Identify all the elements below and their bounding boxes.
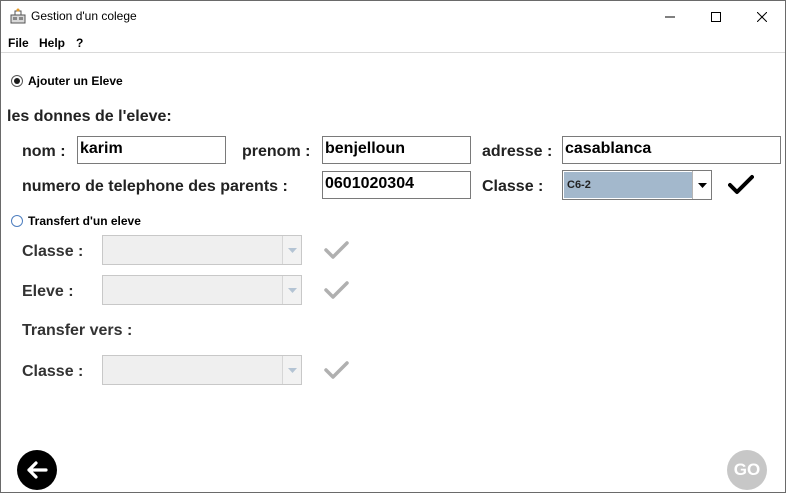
- chevron-down-icon: [287, 287, 297, 293]
- transfer-classe-select-value: [104, 237, 282, 263]
- chevron-down-icon: [697, 182, 707, 188]
- menu-help[interactable]: Help: [39, 36, 65, 50]
- classe-label: Classe :: [482, 178, 544, 195]
- transfer-target-classe-select-value: [104, 357, 282, 383]
- back-button[interactable]: [17, 450, 57, 490]
- radio-transfer-student-label: Transfert d'un eleve: [28, 214, 141, 228]
- transfer-classe-label: Classe :: [22, 243, 84, 260]
- prenom-label: prenom :: [242, 143, 311, 160]
- phone-label: numero de telephone des parents :: [22, 178, 288, 195]
- app-window: Gestion d'un colege File Help ? Ajouter …: [0, 0, 786, 493]
- transfer-target-classe-select-arrow[interactable]: [282, 356, 301, 384]
- confirm-transfer-eleve-check-icon[interactable]: [324, 280, 350, 300]
- maximize-icon: [711, 11, 721, 22]
- radio-add-student-button[interactable]: [11, 75, 23, 87]
- confirm-transfer-target-check-icon[interactable]: [324, 360, 350, 380]
- transfer-eleve-select[interactable]: [102, 275, 302, 305]
- transfer-classe-select-arrow[interactable]: [282, 236, 301, 264]
- transfer-classe-select[interactable]: [102, 235, 302, 265]
- radio-add-student-label: Ajouter un Eleve: [28, 74, 123, 88]
- menu-bar: File Help ?: [1, 32, 785, 53]
- maximize-button[interactable]: [693, 1, 739, 32]
- classe-select-value: C6-2: [564, 172, 692, 198]
- confirm-add-check-icon[interactable]: [728, 174, 754, 196]
- title-bar: Gestion d'un colege: [1, 1, 785, 32]
- transfer-target-classe-label: Classe :: [22, 363, 84, 380]
- nom-label: nom :: [22, 143, 66, 160]
- prenom-input[interactable]: benjelloun: [322, 136, 471, 164]
- arrow-left-icon: [27, 461, 48, 479]
- classe-select[interactable]: C6-2: [562, 170, 712, 200]
- adresse-input[interactable]: casablanca: [562, 136, 781, 164]
- close-button[interactable]: [739, 1, 785, 32]
- chevron-down-icon: [287, 367, 297, 373]
- transfer-eleve-label: Eleve :: [22, 283, 74, 300]
- radio-transfer-student[interactable]: Transfert d'un eleve: [11, 214, 141, 228]
- menu-file[interactable]: File: [8, 36, 29, 50]
- go-button[interactable]: GO: [727, 450, 767, 490]
- app-icon: [10, 8, 26, 24]
- minimize-button[interactable]: [647, 1, 693, 32]
- confirm-transfer-classe-check-icon[interactable]: [324, 240, 350, 260]
- phone-input[interactable]: 0601020304: [322, 171, 471, 199]
- student-data-heading: les donnes de l'eleve:: [7, 108, 172, 125]
- classe-select-arrow[interactable]: [692, 171, 711, 199]
- transfer-target-classe-select[interactable]: [102, 355, 302, 385]
- menu-question[interactable]: ?: [76, 36, 83, 50]
- nom-input[interactable]: karim: [77, 136, 226, 164]
- transfer-eleve-select-arrow[interactable]: [282, 276, 301, 304]
- chevron-down-icon: [287, 247, 297, 253]
- radio-add-student[interactable]: Ajouter un Eleve: [11, 74, 123, 88]
- adresse-label: adresse :: [482, 143, 553, 160]
- window-title: Gestion d'un colege: [31, 9, 137, 23]
- transfer-eleve-select-value: [104, 277, 282, 303]
- minimize-icon: [665, 16, 675, 17]
- radio-transfer-student-button[interactable]: [11, 215, 23, 227]
- transfer-vers-label: Transfer vers :: [22, 322, 133, 339]
- close-icon: [757, 11, 767, 22]
